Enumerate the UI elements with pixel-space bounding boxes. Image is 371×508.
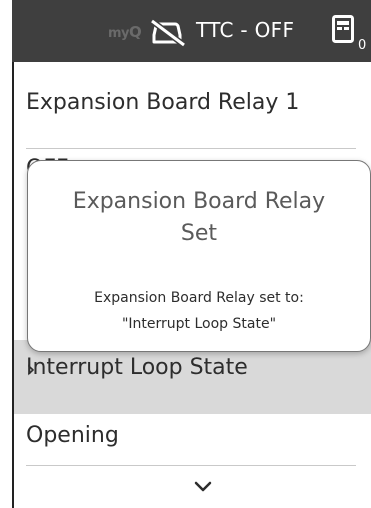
dialog-title-line2: Set [180,221,218,246]
list-item-opening[interactable]: Opening [12,414,371,464]
dialog-message-line1: Expansion Board Relay set to: [94,290,304,306]
screen-bezel-edge [0,0,14,508]
list-item-label: Opening [26,423,119,448]
dialog-message: Expansion Board Relay set to: "Interrupt… [28,285,370,337]
myq-logo-q: Q [129,23,142,41]
device-screen: myQ TTC - OFF 0 Expansion Board Relay 1 … [0,0,371,508]
dialog-title-line1: Expansion Board Relay [72,189,326,214]
device-count: 0 [358,38,367,53]
divider [26,465,356,466]
ttc-status-text: TTC - OFF [196,18,295,42]
chevron-down-icon[interactable] [190,477,216,497]
myq-logo-my: my [108,26,130,41]
myq-logo: myQ [108,23,142,41]
menu-title: Expansion Board Relay 1 [26,90,300,115]
chevron-right-icon: › [26,355,36,383]
confirmation-dialog[interactable]: Expansion Board Relay Set Expansion Boar… [27,160,371,352]
dialog-message-line2: "Interrupt Loop State" [121,316,277,332]
car-off-icon [150,18,186,47]
status-bar: myQ TTC - OFF 0 [12,0,371,62]
dialog-title: Expansion Board Relay Set [28,186,370,250]
device-panel-icon [332,15,354,43]
